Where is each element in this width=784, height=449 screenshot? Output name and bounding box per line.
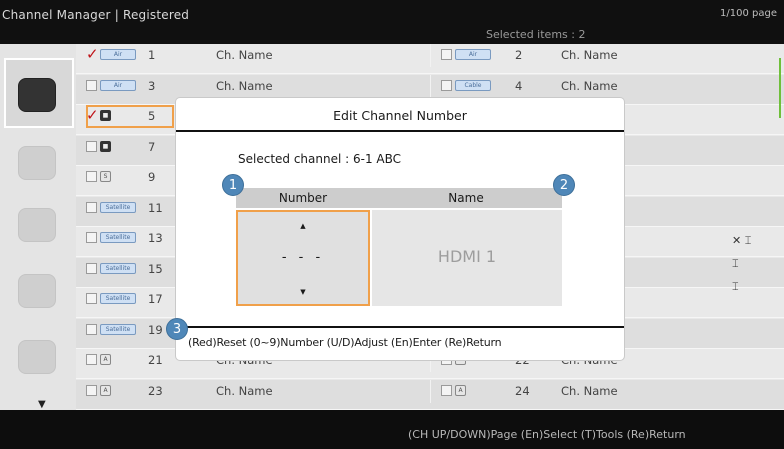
- checkmark-icon[interactable]: ✓: [86, 47, 99, 62]
- channel-type-icon: Satellite: [100, 201, 136, 213]
- checkbox[interactable]: [86, 171, 97, 182]
- row-status-icons: ✕ ⌶ ⌶ ⌶: [732, 234, 751, 303]
- category-button[interactable]: [18, 274, 56, 308]
- channel-cell[interactable]: Cable 4 Ch. Name: [430, 74, 784, 98]
- checkbox[interactable]: [86, 323, 97, 335]
- category-button[interactable]: [18, 340, 56, 374]
- category-button[interactable]: [18, 78, 56, 112]
- table-row: ✓ Air 1 Ch. Name Air 2 Ch. Name: [76, 44, 784, 74]
- cursor-icon: ⌶: [732, 257, 739, 270]
- channel-name-value: HDMI 1: [437, 247, 497, 266]
- channel-number: 15: [148, 261, 163, 276]
- channel-number: 21: [148, 353, 163, 367]
- channel-type-icon: Cable: [455, 79, 491, 91]
- channel-type-icon: ■: [100, 140, 111, 152]
- channel-manager-screen: Channel Manager | Registered Selected it…: [0, 0, 784, 449]
- channel-number: 4: [515, 78, 523, 93]
- channel-type-icon: Satellite: [100, 232, 136, 243]
- checkbox[interactable]: [86, 232, 97, 243]
- channel-name: Ch. Name: [561, 48, 618, 62]
- channel-type-icon: Air: [455, 49, 491, 60]
- header-bar: Channel Manager | Registered Selected it…: [0, 0, 784, 44]
- selected-items-count: Selected items : 2: [486, 28, 586, 41]
- page-title: Channel Manager | Registered: [2, 8, 190, 22]
- channel-number: 2: [515, 48, 523, 62]
- channel-number: 19: [148, 322, 163, 337]
- channel-cell[interactable]: Air 3 Ch. Name: [76, 75, 430, 98]
- channel-name: Ch. Name: [561, 383, 618, 398]
- callout-badge-2: 2: [553, 174, 575, 196]
- scroll-down-icon[interactable]: ▼: [38, 399, 46, 410]
- channel-number: 13: [148, 231, 163, 245]
- channel-type-icon: Satellite: [100, 323, 136, 335]
- checkbox[interactable]: [86, 384, 97, 396]
- channel-type-icon: A: [455, 384, 466, 396]
- channel-number: 17: [148, 292, 163, 306]
- footer-bar: (CH UP/DOWN)Page (En)Select (T)Tools (Re…: [0, 410, 784, 449]
- channel-number: 3: [148, 78, 156, 93]
- channel-type-icon: Satellite: [100, 262, 136, 274]
- channel-cell[interactable]: A 24 Ch. Name: [430, 379, 784, 403]
- channel-cell[interactable]: Air 2 Ch. Name: [430, 44, 784, 67]
- category-strip: ▼: [0, 44, 76, 410]
- arrow-down-icon[interactable]: ▼: [238, 288, 368, 296]
- channel-number: 24: [515, 383, 530, 398]
- channel-type-icon: A: [100, 354, 111, 365]
- checkbox[interactable]: [441, 384, 452, 396]
- scroll-indicator: [779, 58, 781, 118]
- channel-name: Ch. Name: [216, 383, 273, 398]
- channel-number: 1: [148, 48, 156, 62]
- number-value: - - -: [281, 250, 325, 265]
- checkbox[interactable]: [86, 354, 97, 365]
- channel-name: Ch. Name: [216, 48, 273, 62]
- callout-badge-3: 3: [166, 318, 188, 340]
- channel-name: Ch. Name: [216, 78, 273, 93]
- arrow-up-icon[interactable]: ▲: [238, 222, 368, 230]
- channel-type-icon: A: [100, 384, 111, 396]
- dialog-divider: [176, 326, 624, 328]
- channel-type-icon: Air: [100, 79, 136, 91]
- lock-icon: ✕ ⌶: [732, 234, 752, 247]
- channel-number: 9: [148, 170, 156, 184]
- category-button[interactable]: [18, 146, 56, 180]
- channel-number: 7: [148, 139, 156, 154]
- row-focus-highlight: [86, 105, 174, 128]
- name-field: HDMI 1: [372, 210, 562, 306]
- checkbox[interactable]: [86, 293, 97, 304]
- cursor-icon: ⌶: [732, 280, 739, 293]
- channel-type-icon: Air: [100, 49, 136, 60]
- channel-cell[interactable]: ✓ Air 1 Ch. Name: [76, 44, 430, 67]
- checkbox[interactable]: [86, 140, 97, 152]
- channel-number: 23: [148, 383, 163, 398]
- checkbox[interactable]: [86, 262, 97, 274]
- checkbox[interactable]: [441, 79, 452, 91]
- channel-type-icon: S: [100, 171, 111, 182]
- category-button[interactable]: [18, 208, 56, 242]
- edit-channel-number-dialog: Edit Channel Number Selected channel : 6…: [176, 98, 624, 360]
- number-stepper[interactable]: ▲ - - - ▼: [236, 210, 370, 306]
- page-counter: 1/100 page: [720, 8, 777, 19]
- channel-cell[interactable]: A 23 Ch. Name: [76, 380, 430, 403]
- channel-type-icon: Satellite: [100, 293, 136, 304]
- table-row: A 23 Ch. Name A 24 Ch. Name: [76, 379, 784, 410]
- channel-name: Ch. Name: [561, 78, 618, 93]
- dialog-help: (Red)Reset (0~9)Number (U/D)Adjust (En)E…: [188, 336, 502, 349]
- checkbox[interactable]: [441, 49, 452, 60]
- channel-number: 11: [148, 200, 163, 215]
- dialog-divider: [176, 130, 624, 132]
- selected-channel-label: Selected channel : 6-1 ABC: [238, 152, 402, 166]
- number-column-header: Number: [236, 188, 370, 208]
- callout-badge-1: 1: [222, 174, 244, 196]
- dialog-title: Edit Channel Number: [333, 108, 467, 123]
- footer-help: (CH UP/DOWN)Page (En)Select (T)Tools (Re…: [408, 428, 686, 441]
- checkbox[interactable]: [86, 201, 97, 213]
- name-column-header: Name: [370, 188, 562, 208]
- checkbox[interactable]: [86, 79, 97, 91]
